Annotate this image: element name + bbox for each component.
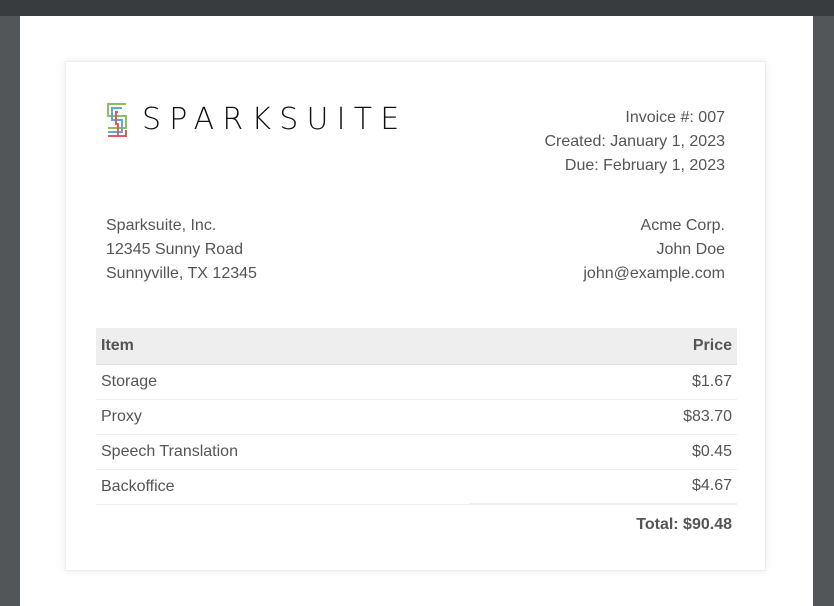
item-name: Proxy	[96, 399, 469, 435]
from-address: Sparksuite, Inc. 12345 Sunny Road Sunnyv…	[106, 214, 257, 286]
item-name: Speech Translation	[96, 434, 469, 470]
table-row: Speech Translation $0.45	[96, 434, 737, 470]
invoice-created-date: Created: January 1, 2023	[544, 133, 725, 150]
invoice-number: Invoice #: 007	[625, 109, 725, 126]
from-city: Sunnyville, TX 12345	[106, 265, 257, 282]
to-address: Acme Corp. John Doe john@example.com	[583, 214, 725, 286]
to-contact-name: John Doe	[656, 241, 726, 258]
to-email: john@example.com	[583, 265, 725, 282]
invoice-due-date: Due: February 1, 2023	[564, 157, 725, 174]
item-price: $1.67	[468, 364, 737, 400]
to-company: Acme Corp.	[640, 217, 725, 234]
logo-text: SPARKSUITE	[142, 102, 408, 137]
total-row: Total: $90.48	[96, 503, 737, 544]
invoice-meta: Invoice #: 007 Created: January 1, 2023 …	[544, 106, 725, 178]
item-price: $83.70	[468, 399, 737, 435]
column-header-item: Item	[96, 328, 469, 365]
item-name: Backoffice	[96, 469, 469, 505]
sparksuite-logo-icon	[107, 103, 127, 137]
document-page: SPARKSUITE Invoice #: 007 Created: Janua…	[20, 16, 813, 606]
invoice-total: Total: $90.48	[468, 503, 737, 544]
table-header-row: Item Price	[96, 328, 737, 365]
item-price: $0.45	[468, 434, 737, 470]
viewer-top-strip	[0, 0, 834, 16]
from-company: Sparksuite, Inc.	[106, 217, 217, 234]
invoice-box: SPARKSUITE Invoice #: 007 Created: Janua…	[65, 61, 766, 571]
table-row: Proxy $83.70	[96, 399, 737, 435]
table-row: Backoffice $4.67	[96, 469, 737, 505]
item-name: Storage	[96, 364, 469, 400]
invoice-items-table: Item Price Storage $1.67 Proxy $83.70 Sp…	[96, 328, 737, 544]
table-row: Storage $1.67	[96, 364, 737, 400]
from-street: 12345 Sunny Road	[106, 241, 243, 258]
sparksuite-logo: SPARKSUITE	[106, 102, 407, 138]
total-spacer	[96, 504, 469, 544]
column-header-price: Price	[468, 328, 737, 365]
item-price: $4.67	[468, 469, 737, 505]
